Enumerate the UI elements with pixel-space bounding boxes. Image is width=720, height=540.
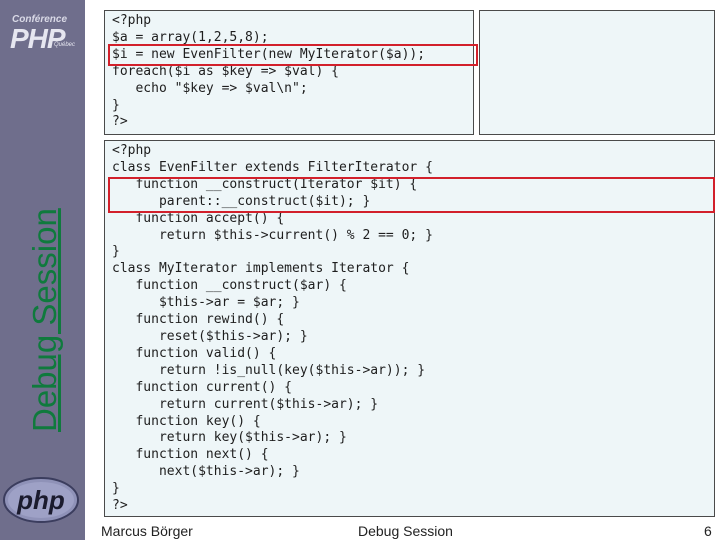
code-line: }: [112, 481, 120, 497]
location-label: Québec: [54, 42, 76, 48]
code-line: next($this->ar); }: [112, 464, 300, 480]
code-top-lines: <?php $a = array(1,2,5,8); $i = new EvenFi…: [105, 11, 473, 131]
brand-label: PHP: [10, 23, 66, 54]
code-line: <?php: [112, 143, 152, 158]
code-line: echo "$key => $val\n";: [112, 80, 308, 96]
php-logo-icon: php: [3, 477, 79, 523]
code-line: reset($this->ar); }: [112, 328, 308, 344]
php-logo-text: php: [16, 485, 65, 515]
code-line: function __construct($ar) {: [112, 278, 347, 294]
page-number: 6: [704, 523, 712, 539]
code-line: }: [112, 97, 120, 113]
code-block-top: <?php $a = array(1,2,5,8); $i = new EvenFi…: [104, 10, 474, 135]
code-line: ?>: [112, 498, 128, 514]
code-line: <?php: [112, 13, 152, 28]
code-line: ?>: [112, 114, 128, 130]
code-line: function accept() {: [112, 210, 285, 226]
highlight-constructor: [108, 177, 715, 213]
code-line: function current() {: [112, 379, 293, 395]
output-box-placeholder: [479, 10, 715, 135]
code-line: return $this->current() % 2 == 0; }: [112, 227, 433, 243]
code-line: return current($this->ar); }: [112, 396, 379, 412]
code-line: $this->ar = $ar; }: [112, 295, 300, 311]
code-line: return key($this->ar); }: [112, 430, 347, 446]
footer-title: Debug Session: [358, 523, 453, 539]
highlight-new-evenfilter: [108, 44, 478, 66]
conference-logo: Conférence PHP Québec: [4, 6, 75, 54]
code-line: function rewind() {: [112, 312, 285, 328]
code-line: function valid() {: [112, 345, 277, 361]
code-line: return !is_null(key($this->ar)); }: [112, 362, 426, 378]
code-line: }: [112, 244, 120, 260]
code-line: class EvenFilter extends FilterIterator …: [112, 159, 433, 175]
code-line: foreach($i as $key => $val) {: [112, 63, 339, 79]
code-line: function key() {: [112, 413, 261, 429]
footer-author: Marcus Börger: [101, 523, 193, 539]
code-line: class MyIterator implements Iterator {: [112, 261, 410, 277]
vertical-slide-title: Debug Session: [26, 208, 63, 432]
sidebar: Conférence PHP Québec Debug Session php: [0, 0, 85, 540]
code-line: function next() {: [112, 447, 269, 463]
